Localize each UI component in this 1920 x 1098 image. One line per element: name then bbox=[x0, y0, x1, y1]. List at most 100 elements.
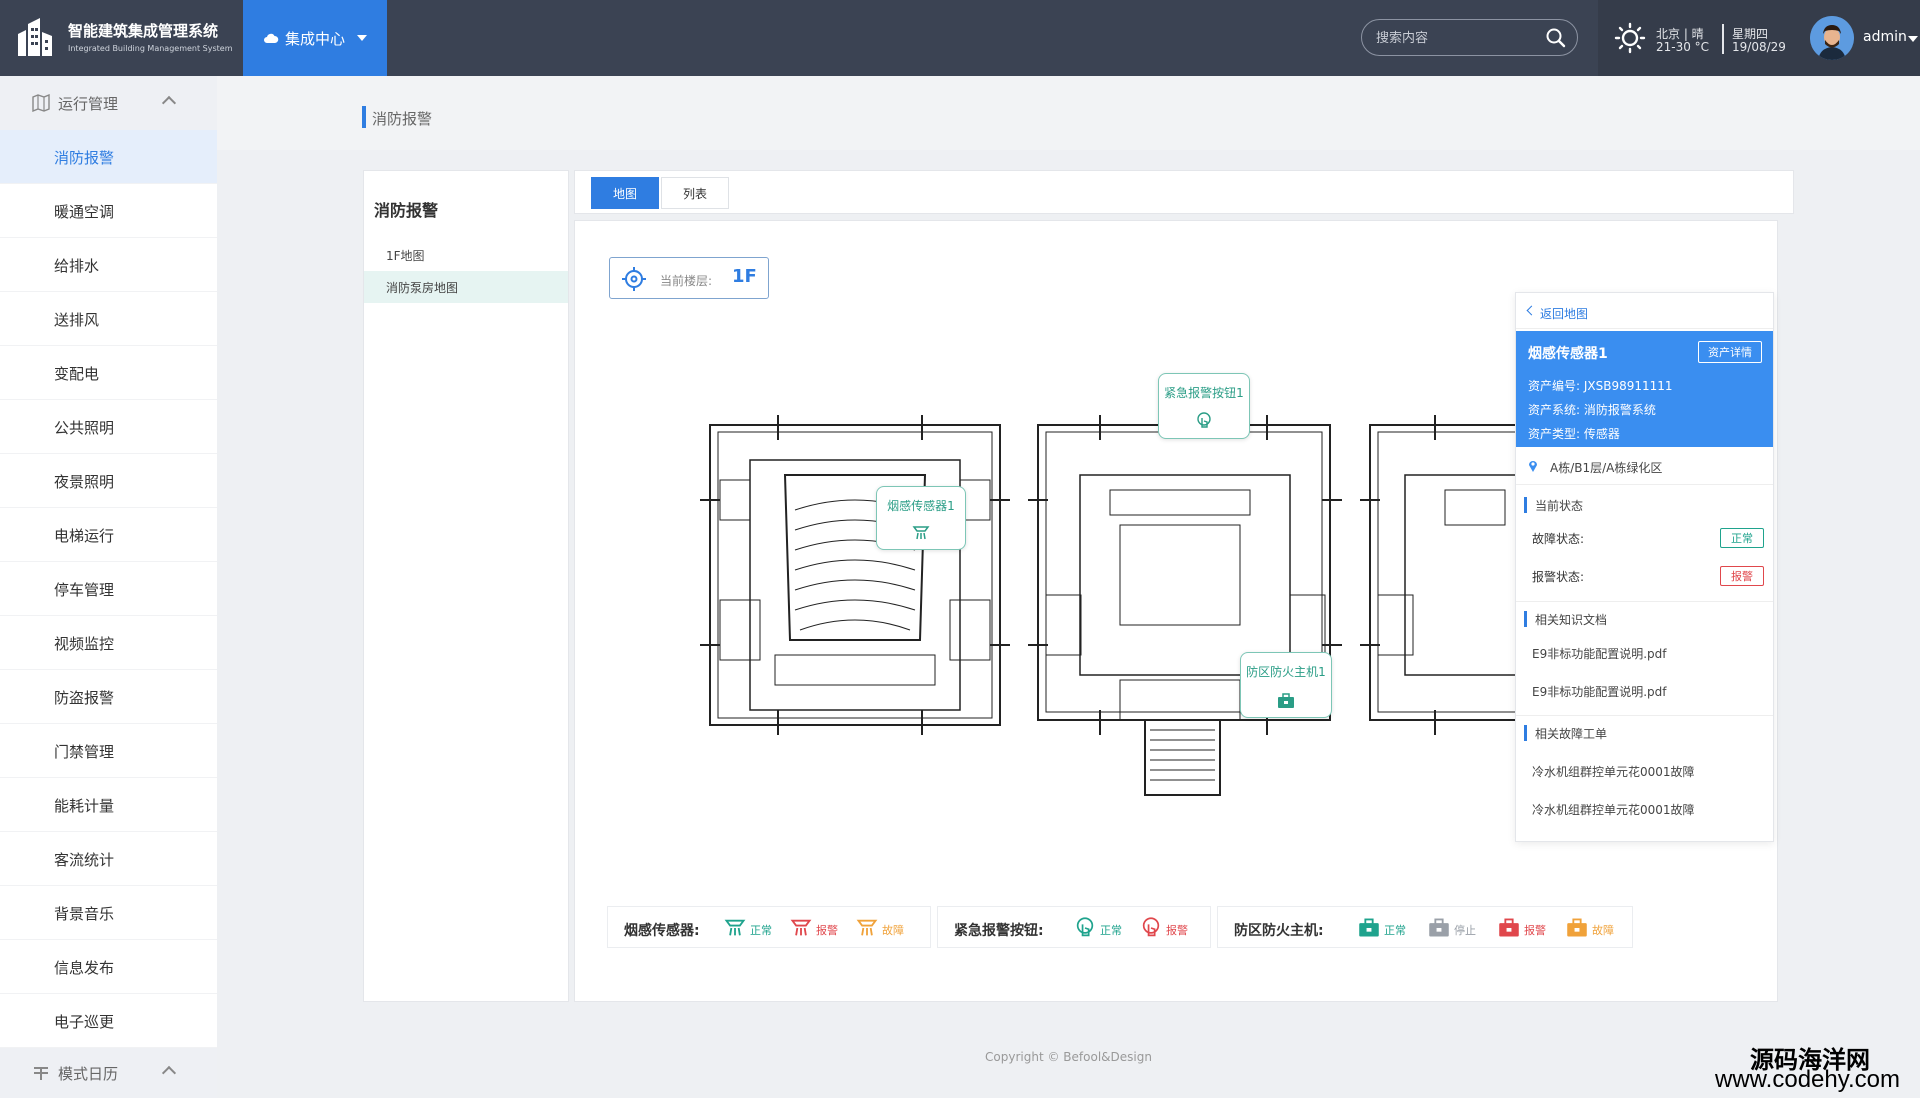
asset-system: 资产系统: 消防报警系统 bbox=[1528, 403, 1656, 417]
user-name[interactable]: admin bbox=[1863, 29, 1907, 45]
avatar[interactable] bbox=[1810, 16, 1854, 60]
sidebar-item-public-lighting[interactable]: 公共照明 bbox=[0, 400, 217, 454]
sidebar-item-label: 暖通空调 bbox=[54, 203, 115, 221]
hand-press-normal-icon bbox=[1076, 917, 1094, 937]
sidebar-item-patrol[interactable]: 电子巡更 bbox=[0, 994, 217, 1048]
sidebar-item-night-lighting[interactable]: 夜景照明 bbox=[0, 454, 217, 508]
sidebar-item-ventilation[interactable]: 送排风 bbox=[0, 292, 217, 346]
legend-title: 紧急报警按钮: bbox=[954, 923, 1044, 939]
legend-label: 报警 bbox=[816, 924, 838, 937]
sidebar-item-label: 停车管理 bbox=[54, 581, 115, 599]
fault-status-label: 故障状态: bbox=[1532, 532, 1585, 546]
asset-type: 资产类型: 传感器 bbox=[1528, 427, 1620, 441]
sidebar-item-label: 信息发布 bbox=[54, 959, 115, 977]
sidebar-item-info-release[interactable]: 信息发布 bbox=[0, 940, 217, 994]
sidebar-item-label: 变配电 bbox=[54, 365, 100, 383]
work-order-link[interactable]: 冷水机组群控单元花0001故障 bbox=[1532, 763, 1695, 780]
breadcrumb: 消防报警 bbox=[217, 76, 1920, 150]
asset-number: 资产编号: JXSB98911111 bbox=[1528, 379, 1673, 393]
hand-press-alarm-icon bbox=[1142, 917, 1160, 937]
map-item-label: 1F地图 bbox=[386, 249, 425, 263]
search-icon[interactable] bbox=[1545, 27, 1567, 49]
legend-label: 故障 bbox=[882, 924, 904, 937]
sidebar-item-label: 电梯运行 bbox=[54, 527, 115, 545]
asset-detail-button[interactable]: 资产详情 bbox=[1698, 341, 1762, 363]
legend-label: 正常 bbox=[1100, 924, 1122, 937]
sidebar-item-label: 夜景照明 bbox=[54, 473, 115, 491]
fire-host-fault-icon bbox=[1567, 918, 1587, 937]
copyright-footer: Copyright © Befool&Design bbox=[985, 1050, 1152, 1064]
sidebar-group-label: 运行管理 bbox=[58, 95, 119, 113]
legend-smoke-sensor: 烟感传感器: 正常 报警 故障 bbox=[607, 906, 931, 948]
marker-emergency-button[interactable]: 紧急报警按钮1 bbox=[1158, 373, 1250, 439]
sidebar-item-video[interactable]: 视频监控 bbox=[0, 616, 217, 670]
device-title: 烟感传感器1 bbox=[1528, 346, 1608, 362]
divider bbox=[1516, 601, 1773, 602]
marker-smoke-sensor[interactable]: 烟感传感器1 bbox=[876, 486, 966, 550]
tab-map[interactable]: 地图 bbox=[591, 177, 659, 209]
top-header: 智能建筑集成管理系统 Integrated Building Managemen… bbox=[0, 0, 1920, 76]
sidebar-item-water[interactable]: 给排水 bbox=[0, 238, 217, 292]
sidebar-item-power[interactable]: 变配电 bbox=[0, 346, 217, 400]
date: 19/08/29 bbox=[1732, 40, 1786, 54]
sidebar-item-label: 能耗计量 bbox=[54, 797, 115, 815]
doc-link[interactable]: E9非标功能配置说明.pdf bbox=[1532, 645, 1667, 662]
app-title: 智能建筑集成管理系统 bbox=[68, 22, 219, 40]
orders-section-title: 相关故障工单 bbox=[1524, 725, 1607, 741]
legend-title: 防区防火主机: bbox=[1234, 923, 1324, 939]
map-item-1f[interactable]: 1F地图 bbox=[364, 239, 568, 271]
hand-press-icon bbox=[1197, 412, 1211, 428]
sidebar-item-label: 背景音乐 bbox=[54, 905, 115, 923]
sidebar-item-label: 电子巡更 bbox=[54, 1013, 115, 1031]
marker-label: 防区防火主机1 bbox=[1246, 665, 1326, 679]
floor-plan-drawing bbox=[700, 415, 1520, 796]
sidebar-item-burglar-alarm[interactable]: 防盗报警 bbox=[0, 670, 217, 724]
sidebar: 运行管理 消防报警 暖通空调 给排水 送排风 变配电 公共照明 夜景照明 电梯运… bbox=[0, 76, 217, 1098]
fault-status-badge: 正常 bbox=[1720, 528, 1764, 548]
search-input[interactable] bbox=[1376, 28, 1536, 48]
sidebar-item-parking[interactable]: 停车管理 bbox=[0, 562, 217, 616]
breadcrumb-text: 消防报警 bbox=[372, 110, 433, 128]
sidebar-group-label: 模式日历 bbox=[58, 1065, 119, 1083]
sidebar-item-hvac[interactable]: 暖通空调 bbox=[0, 184, 217, 238]
sidebar-item-access-control[interactable]: 门禁管理 bbox=[0, 724, 217, 778]
smoke-sensor-fault-icon bbox=[856, 919, 878, 936]
smoke-sensor-icon bbox=[912, 526, 930, 540]
sidebar-item-energy[interactable]: 能耗计量 bbox=[0, 778, 217, 832]
work-order-link[interactable]: 冷水机组群控单元花0001故障 bbox=[1532, 801, 1695, 818]
legend-title: 烟感传感器: bbox=[624, 923, 700, 939]
sidebar-item-fire-alarm[interactable]: 消防报警 bbox=[0, 130, 217, 184]
panel-title: 消防报警 bbox=[374, 201, 439, 220]
weather-temperature: 21-30 °C bbox=[1656, 40, 1710, 54]
crosshair-icon bbox=[622, 267, 646, 291]
device-detail-panel: 返回地图 烟感传感器1 资产详情 资产编号: JXSB98911111 资产系统… bbox=[1515, 292, 1774, 842]
map-item-label: 消防泵房地图 bbox=[386, 281, 459, 295]
tab-list[interactable]: 列表 bbox=[661, 177, 729, 209]
location-pin-icon bbox=[1529, 461, 1537, 472]
chevron-left-icon bbox=[1526, 305, 1537, 316]
docs-section-title: 相关知识文档 bbox=[1524, 611, 1607, 627]
marker-fire-host[interactable]: 防区防火主机1 bbox=[1240, 652, 1332, 718]
map-book-icon bbox=[32, 94, 50, 112]
back-to-map-link[interactable]: 返回地图 bbox=[1516, 293, 1773, 329]
building-logo-icon bbox=[18, 18, 52, 56]
sidebar-item-label: 门禁管理 bbox=[54, 743, 115, 761]
legend-label: 故障 bbox=[1592, 924, 1614, 937]
current-floor-indicator[interactable]: 当前楼层: 1F bbox=[609, 257, 769, 299]
fire-host-stop-icon bbox=[1429, 918, 1449, 937]
legend-label: 报警 bbox=[1524, 924, 1546, 937]
sidebar-item-elevator[interactable]: 电梯运行 bbox=[0, 508, 217, 562]
app-logo[interactable]: 智能建筑集成管理系统 Integrated Building Managemen… bbox=[12, 14, 242, 62]
sidebar-group-operations[interactable]: 运行管理 bbox=[0, 76, 217, 130]
nav-integration-center[interactable]: 集成中心 bbox=[243, 0, 387, 76]
map-item-pump-room[interactable]: 消防泵房地图 bbox=[364, 271, 568, 303]
legend-label: 正常 bbox=[1384, 924, 1406, 937]
sun-weather-icon bbox=[1614, 22, 1646, 54]
device-header: 烟感传感器1 资产详情 资产编号: JXSB98911111 资产系统: 消防报… bbox=[1516, 331, 1773, 447]
user-menu-chevron-down-icon[interactable] bbox=[1908, 36, 1918, 42]
legend-label: 正常 bbox=[750, 924, 772, 937]
sidebar-item-music[interactable]: 背景音乐 bbox=[0, 886, 217, 940]
doc-link[interactable]: E9非标功能配置说明.pdf bbox=[1532, 683, 1667, 700]
alarm-status-badge: 报警 bbox=[1720, 566, 1764, 586]
sidebar-item-passenger-flow[interactable]: 客流统计 bbox=[0, 832, 217, 886]
